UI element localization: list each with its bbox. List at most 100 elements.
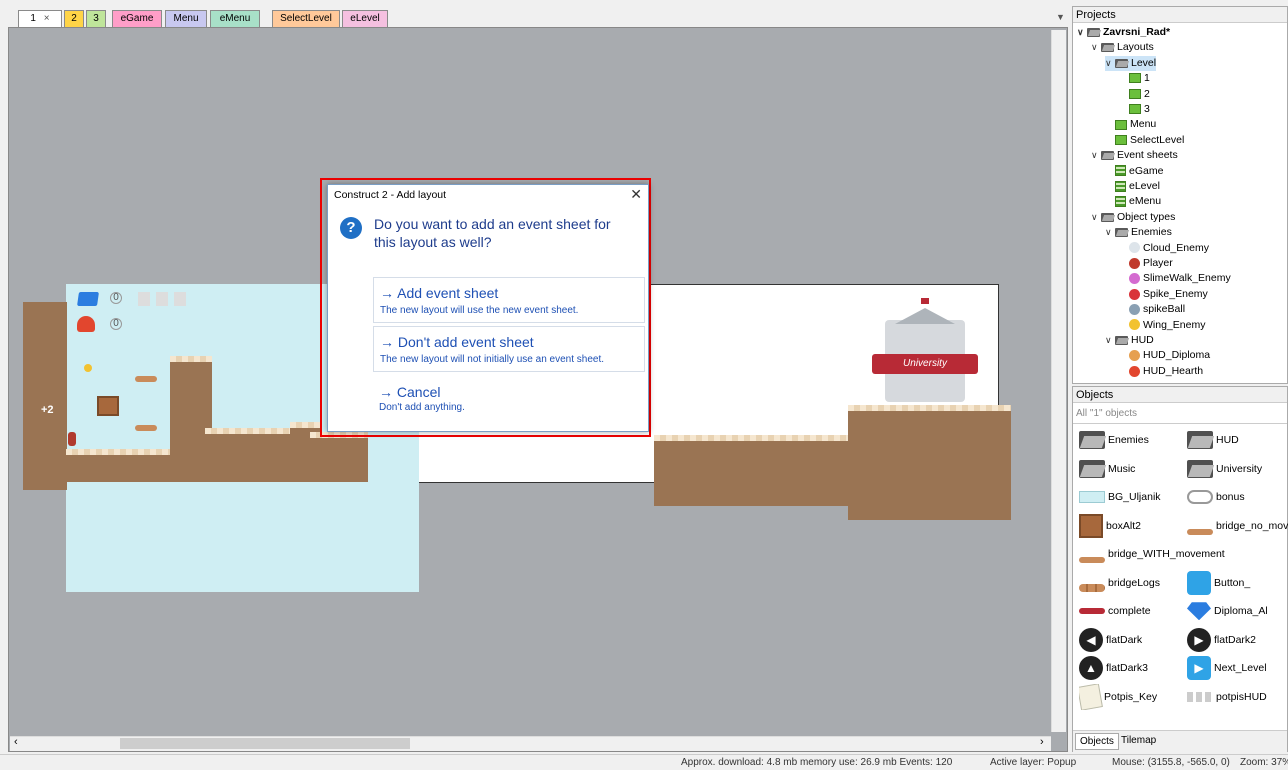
tab-objects[interactable]: Objects — [1075, 733, 1119, 750]
dont-add-event-sheet-button[interactable]: → Don't add event sheet The new layout w… — [373, 326, 645, 372]
tab-menu[interactable]: Menu — [165, 10, 207, 28]
object-item-university[interactable]: University — [1187, 456, 1288, 482]
tab-elevel[interactable]: eLevel — [342, 10, 388, 28]
close-icon[interactable]: ✕ — [630, 186, 642, 203]
object-label: potpisHUD — [1216, 690, 1267, 703]
object-item-bridgelogs[interactable]: bridgeLogs — [1079, 570, 1183, 596]
tree-item-selectlevel[interactable]: SelectLevel — [1105, 133, 1184, 148]
tree-item-hud-hearth[interactable]: HUD_Hearth — [1119, 364, 1203, 379]
tab-list-dropdown-icon[interactable]: ▼ — [1056, 12, 1065, 22]
object-item-bonus[interactable]: bonus — [1187, 484, 1288, 510]
object-item-bridge-no-mov[interactable]: bridge_no_mov — [1187, 513, 1288, 539]
tree-item-event-sheets[interactable]: ∨ Event sheets — [1091, 148, 1178, 163]
folder-icon — [1079, 459, 1105, 478]
object-item-bg-uljanik[interactable]: BG_Uljanik — [1079, 484, 1183, 510]
object-item-bridge-with-movement[interactable]: bridge_WITH_movement — [1079, 541, 1279, 567]
scroll-left-icon[interactable]: ‹ — [14, 736, 18, 748]
tree-item-object-types[interactable]: ∨ Object types — [1091, 210, 1175, 225]
tree-item-hud-diploma[interactable]: HUD_Diploma — [1119, 348, 1210, 363]
tab-tilemap[interactable]: Tilemap — [1121, 735, 1156, 746]
tree-item-emenu[interactable]: eMenu — [1105, 194, 1161, 209]
object-item-flatdark2[interactable]: ▶ flatDark2 — [1187, 627, 1288, 653]
add-event-sheet-button[interactable]: → Add event sheet The new layout will us… — [373, 277, 645, 323]
objects-panel-tabs: Objects Tilemap — [1073, 730, 1287, 752]
tree-item-label: Wing_Enemy — [1143, 318, 1206, 331]
tab-label: eMenu — [219, 13, 251, 24]
object-item-flatdark[interactable]: ◀ flatDark — [1079, 627, 1183, 653]
tree-item-label: HUD — [1131, 334, 1154, 346]
tab-close-icon[interactable]: × — [44, 13, 50, 24]
object-label: Button_ — [1214, 576, 1251, 589]
tree-item-label: 3 — [1144, 103, 1150, 115]
flag-sprite — [921, 298, 929, 304]
object-item-complete[interactable]: complete — [1079, 598, 1183, 624]
object-item-diploma-al[interactable]: Diploma_Al — [1187, 598, 1288, 624]
scroll-right-icon[interactable]: › — [1040, 736, 1044, 748]
vertical-scrollbar[interactable] — [1051, 30, 1066, 732]
folder-icon — [1187, 431, 1213, 450]
tab-layout-1[interactable]: 1 × — [18, 10, 62, 28]
tree-item-level[interactable]: ∨ Level — [1105, 55, 1157, 71]
chevron-down-icon[interactable]: ∨ — [1091, 210, 1101, 225]
tree-item-cloud-enemy[interactable]: Cloud_Enemy — [1119, 241, 1209, 256]
tree-item-wing-enemy[interactable]: Wing_Enemy — [1119, 318, 1205, 333]
object-label: flatDark2 — [1214, 633, 1257, 646]
layout-icon — [1129, 73, 1141, 84]
layout-tab-bar: 1 × 2 3 eGame Menu eMenu SelectLevel eLe… — [8, 6, 1070, 28]
tree-item-2[interactable]: 2 — [1119, 87, 1150, 102]
chevron-down-icon[interactable]: ∨ — [1091, 40, 1101, 55]
logs-icon — [1079, 583, 1105, 592]
horizontal-scrollbar-thumb[interactable] — [120, 738, 410, 749]
tree-item-player[interactable]: Player — [1119, 256, 1173, 271]
object-item-next-level[interactable]: ▶ Next_Level — [1187, 655, 1288, 681]
tree-item-enemies[interactable]: ∨ Enemies — [1105, 225, 1172, 240]
tree-item-label: eMenu — [1129, 195, 1162, 208]
object-item-potpis-key[interactable]: Potpis_Key — [1079, 683, 1183, 710]
object-label: Diploma_Al — [1214, 605, 1268, 617]
folder-icon — [1101, 150, 1114, 160]
ribbon-icon — [1079, 608, 1105, 615]
cancel-button[interactable]: → Cancel Don't add anything. — [373, 377, 645, 417]
object-item-music[interactable]: Music — [1079, 456, 1183, 482]
chevron-down-icon[interactable]: ∨ — [1105, 225, 1115, 240]
tree-item-elevel[interactable]: eLevel — [1105, 179, 1160, 194]
object-icon — [1129, 350, 1140, 362]
tab-emenu[interactable]: eMenu — [210, 10, 260, 28]
dialog-title: Construct 2 - Add layout — [334, 189, 447, 201]
object-label: Music — [1108, 462, 1136, 475]
tab-egame[interactable]: eGame — [112, 10, 162, 28]
tree-item-label: Enemies — [1131, 226, 1172, 239]
command-description: The new layout will use the new event sh… — [380, 305, 579, 316]
chevron-down-icon[interactable]: ∨ — [1105, 333, 1115, 348]
objects-panel: Objects All "1" objects Enemies HUD Music U… — [1072, 386, 1288, 752]
tree-item-1[interactable]: 1 — [1119, 71, 1150, 86]
object-item-enemies[interactable]: Enemies — [1079, 427, 1183, 453]
command-label: → Cancel — [379, 384, 441, 400]
chevron-down-icon[interactable]: ∨ — [1105, 56, 1115, 71]
bonus-pillar — [23, 302, 67, 490]
tree-item-slimewalk-enemy[interactable]: SlimeWalk_Enemy — [1119, 271, 1231, 286]
chevron-down-icon[interactable]: ∨ — [1077, 25, 1087, 40]
tree-item-zavrsni-rad-[interactable]: ∨ Zavrsni_Rad* — [1077, 25, 1170, 40]
tree-item-spike-enemy[interactable]: Spike_Enemy — [1119, 287, 1208, 302]
layout-icon — [1129, 104, 1141, 115]
object-item-boxalt2[interactable]: boxAlt2 — [1079, 513, 1183, 539]
object-item-button-[interactable]: Button_ — [1187, 570, 1288, 596]
tree-item-label: Cloud_Enemy — [1143, 241, 1209, 254]
object-item-hud[interactable]: HUD — [1187, 427, 1288, 453]
tab-layout-2[interactable]: 2 — [64, 10, 84, 28]
tree-item-layouts[interactable]: ∨ Layouts — [1091, 40, 1154, 55]
tab-selectlevel[interactable]: SelectLevel — [272, 10, 340, 28]
chevron-down-icon[interactable]: ∨ — [1091, 148, 1101, 163]
object-item-potpishud[interactable]: potpisHUD — [1187, 684, 1288, 710]
object-label: complete — [1108, 605, 1151, 617]
tree-item-hud[interactable]: ∨ HUD — [1105, 333, 1154, 348]
object-item-flatdark3[interactable]: ▲ flatDark3 — [1079, 655, 1183, 681]
tree-item-spikeball[interactable]: spikeBall — [1119, 302, 1185, 317]
tree-item-egame[interactable]: eGame — [1105, 164, 1163, 179]
tree-item-menu[interactable]: Menu — [1105, 117, 1156, 132]
tree-item-3[interactable]: 3 — [1119, 102, 1150, 117]
folder-icon — [1101, 43, 1114, 53]
tab-layout-3[interactable]: 3 — [86, 10, 106, 28]
dialog-question: Do you want to add an event sheet for th… — [374, 216, 611, 250]
